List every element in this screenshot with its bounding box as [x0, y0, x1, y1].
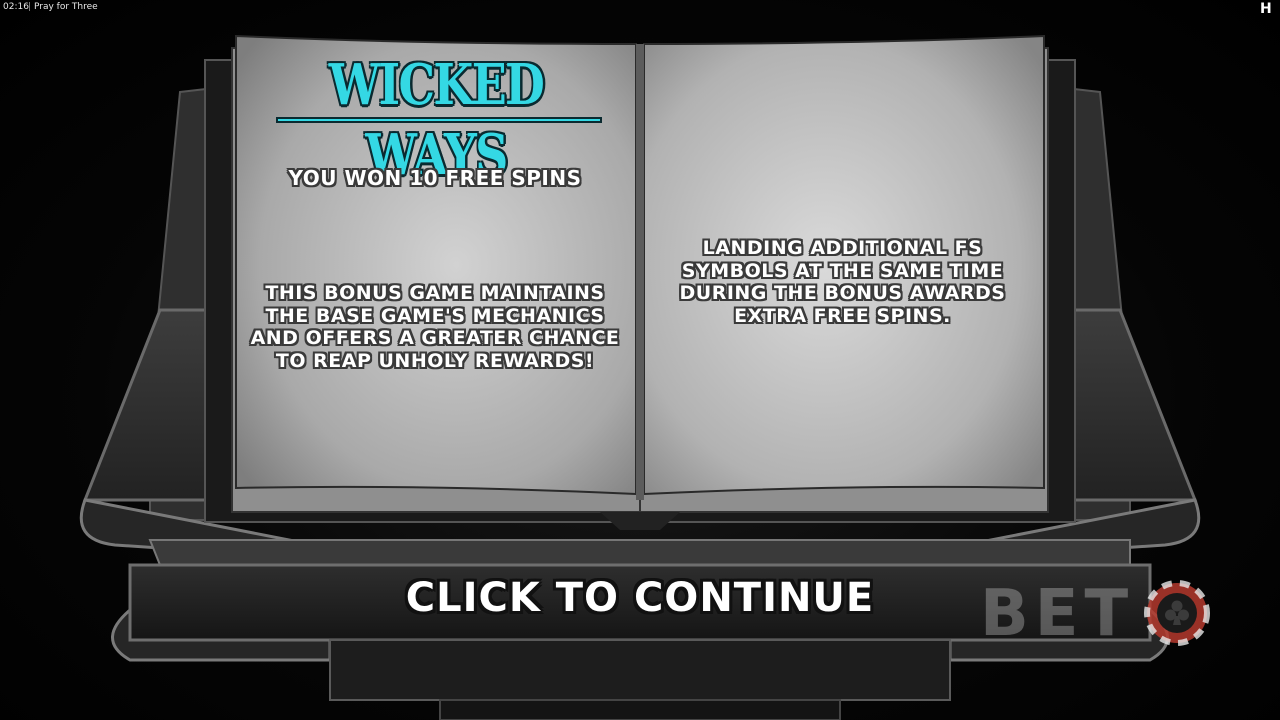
lectern-foot: [439, 699, 841, 720]
wicked-ways-logo: WICKED WAYS: [276, 50, 602, 188]
status-bar: 02:16 | Pray for Three: [0, 0, 1280, 14]
click-to-continue-button[interactable]: CLICK TO CONTINUE: [380, 570, 900, 626]
watermark: BET: [980, 578, 1220, 650]
clock: 02:16: [3, 2, 29, 12]
left-page-description: THIS BONUS GAME MAINTAINS THE BASE GAME'…: [250, 282, 620, 372]
game-title: Pray for Three: [34, 2, 98, 12]
right-page-description: LANDING ADDITIONAL FS SYMBOLS AT THE SAM…: [679, 237, 1006, 327]
free-spins-won-headline: YOU WON 10 FREE SPINS: [288, 166, 582, 190]
status-separator: |: [28, 2, 32, 12]
watermark-text: BET: [980, 577, 1135, 651]
lectern-ledge: [148, 539, 1131, 566]
lectern-base: [329, 639, 951, 701]
game-screen: 02:16 | Pray for Three H WICKED WAYS YOU…: [0, 0, 1280, 720]
bookmark-tab: [600, 512, 680, 530]
logo-underline: [276, 117, 602, 123]
book-spine: [636, 44, 644, 500]
provider-logo-icon: H: [1260, 1, 1272, 17]
poker-chip-club-icon: [1144, 580, 1210, 646]
